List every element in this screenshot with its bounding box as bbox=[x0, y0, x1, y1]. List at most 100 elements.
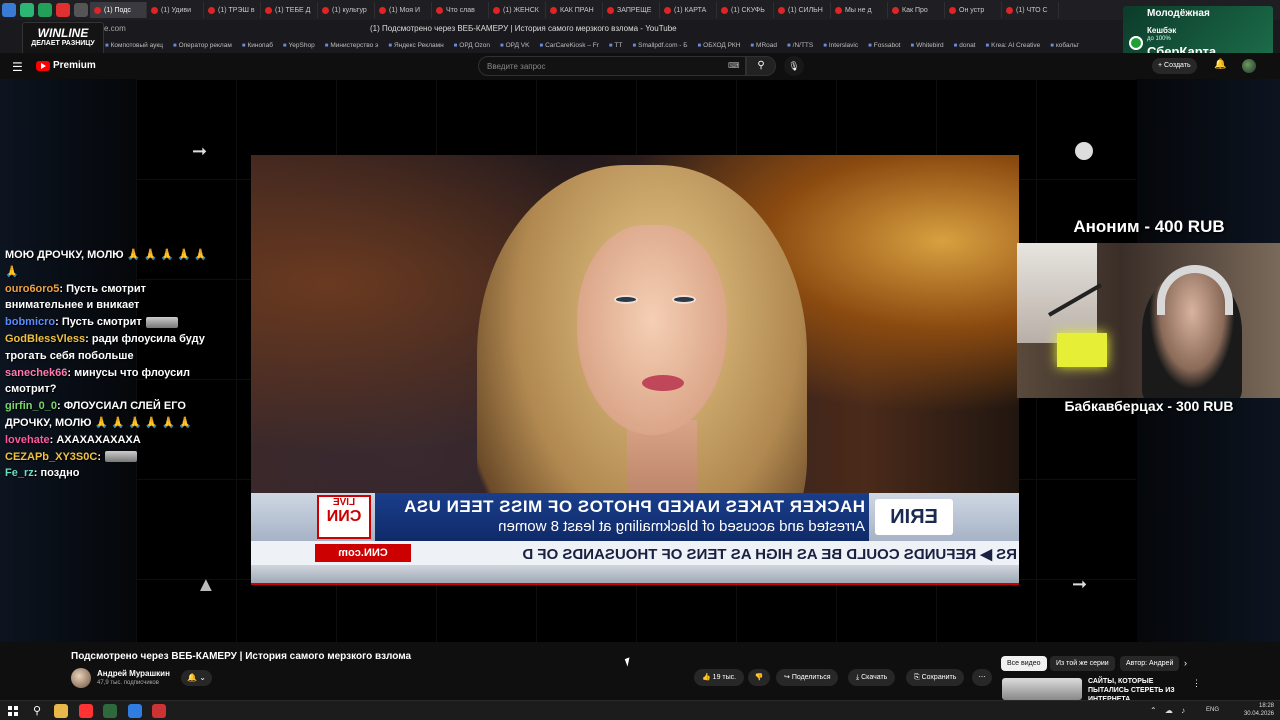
youtube-logo[interactable]: Premium bbox=[36, 60, 96, 71]
pinned-tab-4[interactable] bbox=[56, 3, 70, 17]
bookmark-item[interactable]: YepShop bbox=[283, 42, 315, 49]
live-label: LIVE bbox=[332, 497, 356, 508]
chip-all-videos[interactable]: Все видео bbox=[1001, 656, 1047, 671]
logo-text: Premium bbox=[53, 60, 96, 71]
account-avatar[interactable] bbox=[1242, 59, 1256, 73]
yandex-browser-icon[interactable] bbox=[79, 704, 93, 718]
youtube-favicon-icon bbox=[94, 6, 101, 14]
save-button[interactable]: ⎘ Сохранить bbox=[906, 669, 965, 686]
browser-tab[interactable]: (1) Моя И bbox=[375, 2, 432, 18]
bookmark-item[interactable]: Компотовый аукц bbox=[105, 42, 163, 49]
browser-tab[interactable]: Мы не д bbox=[831, 2, 888, 18]
bookmark-item[interactable]: Smallpdf.com - Б bbox=[633, 42, 687, 49]
chat-username[interactable]: CEZAPb_XY3S0C bbox=[5, 451, 97, 463]
pinned-tab-5[interactable] bbox=[74, 3, 88, 17]
bookmark-item[interactable]: Whitebird bbox=[911, 42, 943, 49]
search-button[interactable]: ⚲ bbox=[746, 56, 776, 76]
address-bar[interactable]: e.com bbox=[104, 24, 126, 33]
chat-username[interactable]: ouro6oro5 bbox=[5, 283, 59, 295]
youtube-favicon-icon bbox=[721, 6, 728, 14]
chat-username[interactable]: bobmicro bbox=[5, 316, 55, 328]
chat-username[interactable]: GodBlessVless bbox=[5, 333, 85, 345]
chip-author[interactable]: Автор: Андрей bbox=[1120, 656, 1180, 671]
clock-date: 30.04.2026 bbox=[1243, 710, 1274, 717]
chevron-right-icon[interactable]: › bbox=[1184, 658, 1187, 668]
browser-tab[interactable]: (1) Удиви bbox=[147, 2, 204, 18]
channel-avatar[interactable] bbox=[71, 668, 91, 688]
bookmark-item[interactable]: Оператор реклам bbox=[173, 42, 232, 49]
chat-message: bobmicro: Пусть смотрит bbox=[5, 314, 220, 331]
browser-tab[interactable]: (1) СКУФЬ bbox=[717, 2, 774, 18]
cnn-com-bug: CNN.com bbox=[315, 544, 411, 562]
pinned-tab-1[interactable] bbox=[2, 3, 16, 17]
bookmark-item[interactable]: Кинопаб bbox=[242, 42, 272, 49]
bookmark-item[interactable]: ОБХОД РКН bbox=[698, 42, 740, 49]
notifications-bell-icon[interactable]: 🔔 bbox=[1214, 59, 1226, 70]
bookmark-item[interactable]: /N/TTS bbox=[787, 42, 814, 49]
tab-label: (1) ТЕБЕ Д bbox=[275, 6, 311, 14]
browser-tab[interactable]: Как Про bbox=[888, 2, 945, 18]
video-player[interactable]: ➞ ➞ ▲ HACKER TAKES NAKED PHOTOS OF MISS … bbox=[0, 79, 1280, 642]
pinned-tab-2[interactable] bbox=[20, 3, 34, 17]
chat-username[interactable]: girfin_0_0 bbox=[5, 400, 57, 412]
system-tray-icons[interactable]: ⌃ ☁ ♪ bbox=[1150, 706, 1188, 715]
search-input[interactable]: Введите запрос bbox=[478, 56, 746, 76]
pinned-tab-3[interactable] bbox=[38, 3, 52, 17]
recommended-thumbnail[interactable] bbox=[1002, 678, 1082, 700]
chip-same-series[interactable]: Из той же серии bbox=[1050, 656, 1115, 671]
file-explorer-icon[interactable] bbox=[54, 704, 68, 718]
more-vert-icon[interactable]: ⋮ bbox=[1192, 678, 1201, 689]
sber-ad[interactable]: Молодёжная Кешбэк до 100% СберКарта bbox=[1123, 6, 1273, 60]
mouse-cursor bbox=[624, 657, 633, 667]
bookmark-item[interactable]: MRoad bbox=[750, 42, 777, 49]
browser-tab[interactable]: (1) культур bbox=[318, 2, 375, 18]
bookmark-item[interactable]: кобальт bbox=[1050, 42, 1079, 49]
bookmark-item[interactable]: Krea: AI Creative bbox=[986, 42, 1040, 49]
browser-tab[interactable]: (1) СИЛЬН bbox=[774, 2, 831, 18]
more-actions-button[interactable]: ⋯ bbox=[972, 669, 992, 686]
download-button[interactable]: ⤓ Скачать bbox=[848, 669, 896, 686]
browser-tab[interactable]: (1) ЖЕНСК bbox=[489, 2, 546, 18]
chat-username[interactable]: sanechek66 bbox=[5, 367, 67, 379]
bookmark-item[interactable]: ОРД VK bbox=[500, 42, 530, 49]
bookmark-item[interactable]: Interslavic bbox=[823, 42, 858, 49]
bookmark-item[interactable]: Fossabot bbox=[868, 42, 901, 49]
subscription-bell-button[interactable]: 🔔 ⌄ bbox=[181, 670, 212, 686]
taskbar-search-icon[interactable]: ⚲ bbox=[30, 704, 44, 718]
chat-message: GodBlessVless: ради флоусила буду трогат… bbox=[5, 331, 220, 365]
bookmark-item[interactable]: donat bbox=[954, 42, 975, 49]
chyron-bottom-band bbox=[251, 565, 1019, 585]
bookmark-item[interactable]: CarCareKiosk – Fr bbox=[539, 42, 599, 49]
taskbar-app-icon[interactable] bbox=[103, 704, 117, 718]
menu-icon[interactable]: ☰ bbox=[12, 60, 23, 74]
channel-name[interactable]: Андрей Мурашкин bbox=[97, 669, 170, 678]
chat-username[interactable]: Fe_rz bbox=[5, 467, 34, 479]
share-button[interactable]: ↪ Поделиться bbox=[776, 669, 839, 686]
browser-tab-bar: (1) Подс (1) Удиви (1) ТРЭШ в (1) ТЕБЕ Д (1)… bbox=[0, 0, 1280, 20]
bookmark-item[interactable]: Яндекс Рекламн bbox=[388, 42, 444, 49]
browser-tab[interactable]: (1) Подс bbox=[90, 2, 147, 18]
bookmark-item[interactable]: TT bbox=[609, 42, 623, 49]
start-menu-icon[interactable] bbox=[6, 704, 20, 718]
bookmark-item[interactable]: Министерство э bbox=[325, 42, 378, 49]
browser-tab[interactable]: (1) ТЕБЕ Д bbox=[261, 2, 318, 18]
browser-tab[interactable]: (1) ЧТО С bbox=[1002, 2, 1059, 18]
create-button[interactable]: + Создать bbox=[1152, 58, 1197, 74]
mic-icon[interactable]: 🎙 bbox=[784, 56, 804, 76]
browser-tab[interactable]: КАК ПРАН bbox=[546, 2, 603, 18]
keyboard-icon[interactable]: ⌨ bbox=[728, 61, 740, 70]
like-button[interactable]: 👍 19 тыс. bbox=[694, 669, 745, 686]
language-indicator[interactable]: ENG bbox=[1206, 707, 1219, 713]
chat-username[interactable]: lovehate bbox=[5, 434, 50, 446]
winline-ad[interactable]: WINLINE ДЕЛАЕТ РАЗНИЦУ bbox=[22, 22, 104, 56]
taskbar-app-icon[interactable] bbox=[152, 704, 166, 718]
clock[interactable]: 18:28 30.04.2026 bbox=[1244, 703, 1274, 718]
browser-tab[interactable]: (1) ТРЭШ в bbox=[204, 2, 261, 18]
browser-tab[interactable]: ЗАПРЕЩЕ bbox=[603, 2, 660, 18]
browser-tab[interactable]: Он устр bbox=[945, 2, 1002, 18]
telegram-icon[interactable] bbox=[128, 704, 142, 718]
browser-tab[interactable]: Что слав bbox=[432, 2, 489, 18]
dislike-button[interactable]: 👎 bbox=[748, 669, 770, 686]
browser-tab[interactable]: (1) КАРТА bbox=[660, 2, 717, 18]
bookmark-item[interactable]: ОРД Ozon bbox=[454, 42, 490, 49]
